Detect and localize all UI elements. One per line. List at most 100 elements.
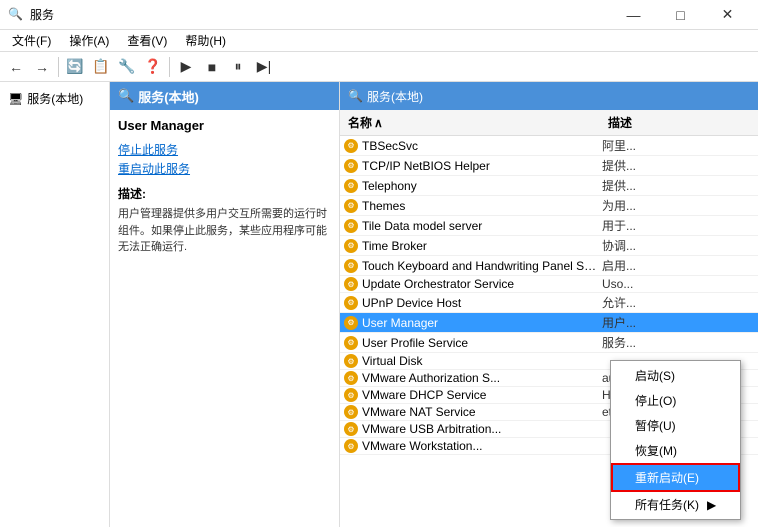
table-row[interactable]: ⚙ User Profile Service服务... — [340, 333, 758, 353]
close-button[interactable]: ✕ — [705, 0, 750, 30]
service-desc: 阿里... — [602, 137, 758, 154]
pause-button[interactable]: ⏸ — [226, 55, 250, 79]
service-icon: ⚙ — [344, 179, 358, 193]
table-row[interactable]: ⚙ User Manager用户... — [340, 313, 758, 333]
play-button[interactable]: ▶ — [174, 55, 198, 79]
table-row[interactable]: ⚙Tile Data model server用于... — [340, 216, 758, 236]
service-icon: ⚙ — [344, 388, 358, 402]
service-desc: 为用... — [602, 197, 758, 214]
table-row[interactable]: ⚙Time Broker协调... — [340, 236, 758, 256]
menu-action[interactable]: 操作(A) — [61, 30, 117, 51]
sort-arrow-icon: ∧ — [374, 116, 383, 130]
table-row[interactable]: ⚙Themes为用... — [340, 196, 758, 216]
service-desc: 提供... — [602, 157, 758, 174]
service-name: VMware USB Arbitration... — [362, 422, 602, 436]
title-bar-title: 服务 — [30, 6, 54, 23]
table-row[interactable]: ⚙ Update Orchestrator ServiceUso... — [340, 276, 758, 293]
center-content: User Manager 停止此服务 重启动此服务 描述: 用户管理器提供多用户… — [110, 110, 339, 527]
service-name: User Profile Service — [362, 336, 602, 350]
context-menu-item[interactable]: 恢复(M) — [611, 438, 740, 463]
service-actions: 停止此服务 重启动此服务 — [118, 141, 331, 177]
service-icon: ⚙ — [344, 316, 358, 330]
title-bar-left: 🔍 服务 — [8, 6, 54, 23]
service-icon: ⚙ — [344, 277, 358, 291]
toolbar-separator-2 — [169, 57, 170, 77]
context-menu-item[interactable]: 重新启动(E) — [611, 463, 740, 492]
service-desc: Uso... — [602, 277, 758, 291]
restart-service-link[interactable]: 重启动此服务 — [118, 160, 331, 177]
service-icon: ⚙ — [344, 405, 358, 419]
desc-label: 描述: — [118, 185, 331, 202]
back-button[interactable]: ← — [4, 55, 28, 79]
window-controls: — □ ✕ — [611, 0, 750, 30]
service-desc: 提供... — [602, 177, 758, 194]
table-row[interactable]: ⚙ TCP/IP NetBIOS Helper提供... — [340, 156, 758, 176]
service-icon: ⚙ — [344, 139, 358, 153]
context-menu-item[interactable]: 所有任务(K)▶ — [611, 492, 740, 517]
service-name: UPnP Device Host — [362, 296, 602, 310]
properties-button[interactable]: 🔧 — [115, 55, 139, 79]
export-button[interactable]: 📋 — [89, 55, 113, 79]
service-icon: ⚙ — [344, 422, 358, 436]
table-row[interactable]: ⚙ UPnP Device Host允许... — [340, 293, 758, 313]
service-desc: 用户... — [602, 314, 758, 331]
nav-label: 服务(本地) — [27, 90, 83, 107]
service-name: Time Broker — [362, 239, 602, 253]
service-title: User Manager — [118, 118, 331, 133]
service-name: VMware NAT Service — [362, 405, 602, 419]
step-button[interactable]: ▶| — [252, 55, 276, 79]
context-menu-item[interactable]: 暂停(U) — [611, 413, 740, 438]
menu-help[interactable]: 帮助(H) — [177, 30, 234, 51]
computer-icon: 🖥 — [8, 92, 23, 106]
service-name: TCP/IP NetBIOS Helper — [362, 159, 602, 173]
forward-button[interactable]: → — [30, 55, 54, 79]
service-name: User Manager — [362, 316, 602, 330]
context-menu-item[interactable]: 启动(S) — [611, 363, 740, 388]
center-panel: 🔍 服务(本地) User Manager 停止此服务 重启动此服务 描述: 用… — [110, 82, 340, 527]
service-icon: ⚙ — [344, 239, 358, 253]
context-menu-item[interactable]: 停止(O) — [611, 388, 740, 413]
service-desc: 用于... — [602, 217, 758, 234]
desc-text: 用户管理器提供多用户交互所需要的运行时组件。如果停止此服务，某些应用程序可能无法… — [118, 206, 331, 256]
service-icon: ⚙ — [344, 336, 358, 350]
right-header-title: 服务(本地) — [367, 88, 423, 105]
service-desc: 启用... — [602, 257, 758, 274]
center-header-icon: 🔍 — [118, 88, 134, 104]
help-button[interactable]: ❓ — [141, 55, 165, 79]
service-icon: ⚙ — [344, 296, 358, 310]
col-name-header[interactable]: 名称 ∧ — [340, 112, 600, 133]
right-panel: 🔍 服务(本地) 名称 ∧ 描述 ⚙ TBSecSvc阿里... ⚙ TCP/IP N… — [340, 82, 758, 527]
menu-bar: 文件(F) 操作(A) 查看(V) 帮助(H) — [0, 30, 758, 52]
stop-button[interactable]: ■ — [200, 55, 224, 79]
service-name: TBSecSvc — [362, 139, 602, 153]
menu-view[interactable]: 查看(V) — [119, 30, 175, 51]
table-row[interactable]: ⚙Telephony提供... — [340, 176, 758, 196]
service-name: Virtual Disk — [362, 354, 602, 368]
service-icon: ⚙ — [344, 159, 358, 173]
service-name: VMware Authorization S... — [362, 371, 602, 385]
toolbar-separator-1 — [58, 57, 59, 77]
service-icon: ⚙ — [344, 354, 358, 368]
service-desc: 允许... — [602, 294, 758, 311]
service-name: VMware DHCP Service — [362, 388, 602, 402]
service-desc: 服务... — [602, 334, 758, 351]
service-name: Update Orchestrator Service — [362, 277, 602, 291]
stop-service-link[interactable]: 停止此服务 — [118, 141, 331, 158]
refresh-button[interactable]: 🔄 — [63, 55, 87, 79]
center-header-title: 服务(本地) — [138, 87, 199, 106]
service-icon: ⚙ — [344, 439, 358, 453]
title-bar: 🔍 服务 — □ ✕ — [0, 0, 758, 30]
nav-item-local[interactable]: 🖥 服务(本地) — [0, 86, 109, 111]
table-row[interactable]: ⚙ TBSecSvc阿里... — [340, 136, 758, 156]
table-row[interactable]: ⚙Touch Keyboard and Handwriting Panel Se… — [340, 256, 758, 276]
menu-file[interactable]: 文件(F) — [4, 30, 59, 51]
maximize-button[interactable]: □ — [658, 0, 703, 30]
col-desc-header[interactable]: 描述 — [600, 112, 758, 133]
service-list-header: 名称 ∧ 描述 — [340, 110, 758, 136]
center-header: 🔍 服务(本地) — [110, 82, 339, 110]
service-icon: ⚙ — [344, 219, 358, 233]
submenu-arrow-icon: ▶ — [707, 498, 716, 512]
service-icon: ⚙ — [344, 259, 358, 273]
right-header-icon: 🔍 — [348, 89, 363, 103]
minimize-button[interactable]: — — [611, 0, 656, 30]
